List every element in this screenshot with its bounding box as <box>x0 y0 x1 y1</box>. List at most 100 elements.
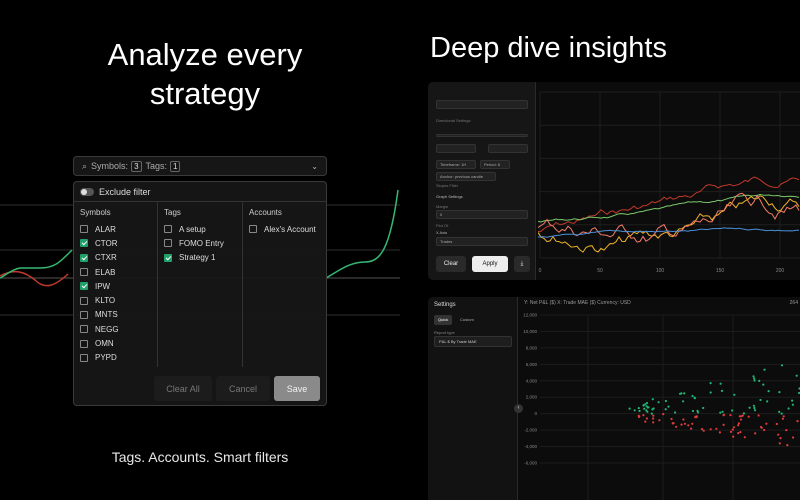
clear-button[interactable]: Clear <box>436 256 466 272</box>
scatter-point <box>781 417 784 420</box>
symbols-option[interactable]: ALAR <box>74 222 157 236</box>
scatter-point <box>737 424 740 427</box>
scatter-point <box>739 418 743 421</box>
tags-option[interactable]: Strategy 1 <box>158 251 242 265</box>
scatter-point <box>759 398 762 402</box>
symbols-option[interactable]: KLTO <box>74 293 157 307</box>
slider-track[interactable] <box>436 134 528 137</box>
scatter-point <box>646 410 649 413</box>
report-type-select[interactable]: P&L $ By Trade MAE <box>434 336 512 347</box>
checkbox[interactable] <box>164 253 172 262</box>
y-tick-label: 4,000 <box>526 378 538 383</box>
scatter-point <box>782 415 785 418</box>
symbols-option[interactable]: PYPD <box>74 351 157 365</box>
scatter-point <box>766 400 769 403</box>
download-icon[interactable]: ⤓ <box>514 256 530 272</box>
symbols-option[interactable]: ELAB <box>74 265 157 279</box>
scatter-point <box>721 410 724 413</box>
checkbox[interactable] <box>80 296 88 305</box>
headline-left-line2: strategy <box>149 75 261 111</box>
symbols-count-badge: 3 <box>131 160 142 172</box>
margin-input[interactable]: 0 <box>436 210 528 219</box>
scatter-point <box>780 364 784 367</box>
scatter-point <box>791 403 794 406</box>
exclude-filter-toggle[interactable] <box>80 188 94 196</box>
headline-right: Deep dive insights <box>430 32 667 64</box>
accounts-option[interactable]: Alex's Account <box>243 222 328 236</box>
scatter-point <box>637 415 641 419</box>
exclude-filter-toggle-row[interactable]: Exclude filter <box>80 187 151 197</box>
period-select[interactable]: Period: 8 <box>480 160 510 169</box>
scatter-point <box>753 377 756 380</box>
checkbox[interactable] <box>80 325 88 334</box>
tab-quick[interactable]: Quick <box>434 315 453 325</box>
symbols-option[interactable]: MNTS <box>74 308 157 322</box>
scatter-point <box>709 391 712 394</box>
checkbox[interactable] <box>80 282 88 291</box>
tags-count-badge: 1 <box>170 160 181 172</box>
tags-column-title: Tags <box>164 208 181 217</box>
tab-custom[interactable]: Custom <box>456 315 478 325</box>
symbols-option[interactable]: IPW <box>74 279 157 293</box>
y-tick-label: 12,000 <box>523 313 537 318</box>
checkbox[interactable] <box>249 225 257 234</box>
x-tick-label: 150 <box>716 268 725 274</box>
symbols-option[interactable]: CTXR <box>74 251 157 265</box>
y-tick-label: 8,000 <box>526 345 538 350</box>
checkbox[interactable] <box>80 310 88 319</box>
scatter-point <box>651 398 654 401</box>
scatter-point <box>687 424 690 427</box>
scatter-point <box>767 390 770 393</box>
checkbox[interactable] <box>80 253 88 262</box>
scatter-point <box>763 368 766 371</box>
scatter-point <box>747 415 750 418</box>
cancel-button[interactable]: Cancel <box>216 376 270 401</box>
anchor-select[interactable]: Anchor: previous candle <box>436 172 496 181</box>
scatter-point <box>680 392 683 395</box>
scatter-point <box>645 417 648 420</box>
scatter-point <box>638 409 641 413</box>
scatter-point <box>753 406 756 410</box>
symbols-option-label: ALAR <box>95 224 116 234</box>
tags-option[interactable]: A setup <box>158 222 242 236</box>
checkbox[interactable] <box>80 339 88 348</box>
symbols-option[interactable]: CTOR <box>74 236 157 250</box>
x-tick-label: 200 <box>776 268 785 274</box>
clear-all-button[interactable]: Clear All <box>154 376 212 401</box>
scatter-point <box>775 422 778 426</box>
min-input[interactable] <box>436 144 476 153</box>
scatter-point <box>680 423 683 426</box>
scatter-point <box>786 444 789 447</box>
y-tick-label: 6,000 <box>526 362 538 367</box>
apply-button[interactable]: Apply <box>472 256 508 272</box>
caption-left: Tags. Accounts. Smart filters <box>111 449 289 465</box>
symbols-option[interactable]: OMN <box>74 336 157 350</box>
checkbox[interactable] <box>80 353 88 362</box>
exclude-filter-label: Exclude filter <box>99 187 151 197</box>
scatter-point <box>752 375 755 378</box>
directional-settings-label: Directional Settings <box>436 118 471 123</box>
save-button[interactable]: Save <box>274 376 320 401</box>
filter-select[interactable]: ⌕ Symbols: 3 Tags: 1 ⌄ <box>73 156 327 176</box>
max-input[interactable] <box>488 144 528 153</box>
symbols-column: Symbols ALAR CTOR CTXR ELAB IPW KLTO MNTS NEGG O… <box>74 202 158 367</box>
symbols-label: Symbols: <box>91 161 129 171</box>
x-axis-select[interactable]: Trades <box>436 237 528 246</box>
checkbox[interactable] <box>80 239 88 248</box>
scatter-point <box>645 401 649 405</box>
scatter-point <box>778 391 781 394</box>
sidebar-field[interactable] <box>436 100 528 109</box>
scatter-point <box>694 415 697 418</box>
checkbox[interactable] <box>80 225 88 234</box>
scatter-point <box>722 423 725 426</box>
symbols-option[interactable]: NEGG <box>74 322 157 336</box>
report-type-label: Report type <box>434 330 455 335</box>
scatter-point <box>690 427 693 430</box>
tags-option[interactable]: FOMO Entry <box>158 236 242 250</box>
scatter-point <box>720 389 724 392</box>
scatter-point <box>777 433 780 436</box>
checkbox[interactable] <box>164 239 172 248</box>
timeframe-select[interactable]: Timeframe: 1H <box>436 160 476 169</box>
checkbox[interactable] <box>80 268 88 277</box>
checkbox[interactable] <box>164 225 172 234</box>
